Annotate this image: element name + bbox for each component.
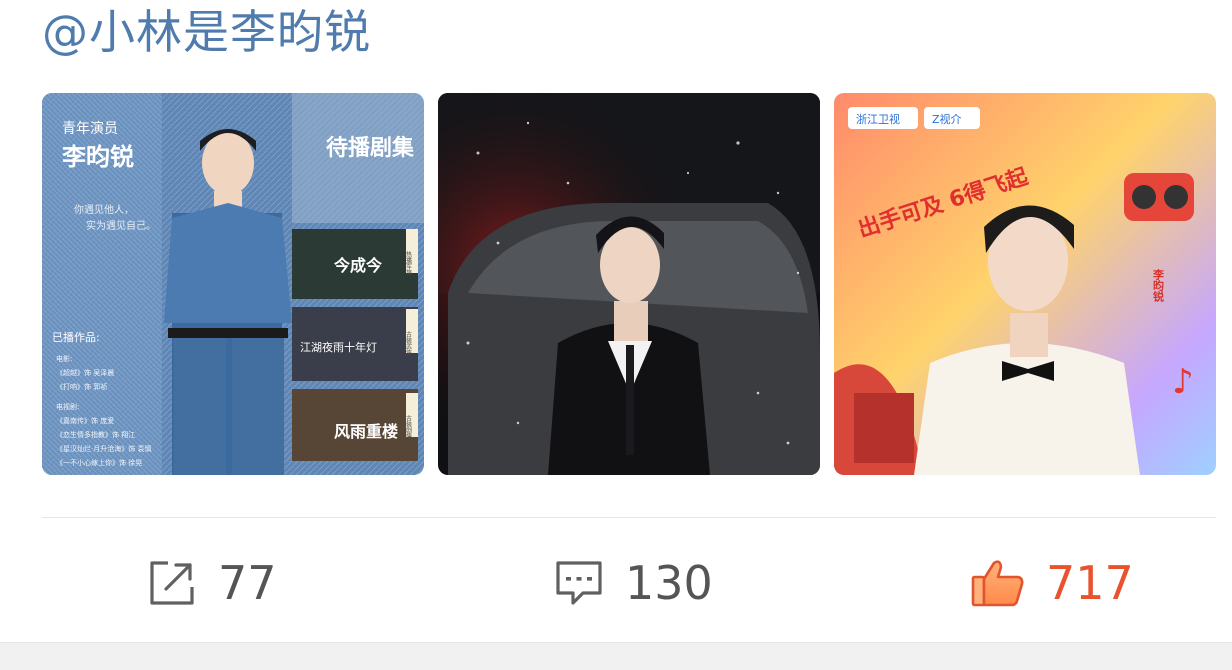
image-gallery: 青年演员 李昀锐 待播剧集 你遇见他人， 实为遇见自己。 已播作品: 电影: 《… (42, 93, 1216, 475)
channel-badge-1: 浙江卫视 (856, 112, 900, 126)
poster-works-line-1: 电影: (56, 354, 72, 363)
svg-text:♪: ♪ (1172, 362, 1194, 402)
panel-3-title: 风雨重楼 (334, 422, 398, 441)
share-arrow-icon (146, 557, 198, 609)
like-button[interactable]: 717 (970, 540, 1134, 626)
divider (42, 517, 1216, 518)
poster-works-line-5: 《嘉南传》饰 庞爱 (56, 416, 114, 425)
comment-bubble-icon (553, 557, 605, 609)
panel-2-title: 江湖夜雨十年灯 (300, 340, 377, 354)
panel-3-tag: 古装剧情 (405, 414, 412, 440)
gallery-image-3[interactable]: 浙江卫视 Z视介 出手可及 6得飞起 李昀锐 ♪ (834, 93, 1216, 475)
user-mention-link[interactable]: @小林是李昀锐 (42, 2, 371, 62)
comment-count: 130 (625, 556, 713, 610)
gallery-image-2[interactable] (438, 93, 820, 475)
panel-2-tag: 古装武侠 (405, 330, 412, 356)
repost-button[interactable]: 77 (146, 540, 277, 626)
poster-role-text: 青年演员 (62, 121, 118, 137)
footer-separator-band (0, 642, 1232, 670)
poster-works-line-8: 《一不小心嫁上你》饰 徐晃 (56, 458, 142, 467)
poster-title-text: 待播剧集 (326, 135, 415, 161)
panel-1-title: 今成今 (333, 256, 382, 275)
poster-quote-line-1: 你遇见他人， (74, 203, 134, 216)
poster-works-line-2: 《超越》饰 吴泽晨 (56, 368, 114, 377)
gallery-image-1[interactable]: 青年演员 李昀锐 待播剧集 你遇见他人， 实为遇见自己。 已播作品: 电影: 《… (42, 93, 424, 475)
panel-1-tag: 热播军旅 (405, 250, 412, 276)
like-count: 717 (1046, 556, 1134, 610)
poster-works-line-6: 《恋生情多指教》饰 翔江 (56, 430, 135, 439)
poster-name-text: 李昀锐 (62, 143, 134, 171)
post-action-bar: 77 130 717 (0, 540, 1232, 626)
poster-works-line-3: 《打响》饰 郭祯 (56, 382, 107, 391)
comment-button[interactable]: 130 (553, 540, 713, 626)
poster-works-heading: 已播作品: (52, 330, 100, 344)
repost-count: 77 (218, 556, 277, 610)
poster-quote-line-2: 实为遇见自己。 (86, 219, 156, 232)
poster-works-line-7: 《星汉灿烂·月升沧海》饰 袁慎 (56, 444, 151, 453)
weibo-post-card: @小林是李昀锐 青年演员 李昀锐 待播剧集 你遇见他人， 实为遇见自己。 已播作… (0, 0, 1232, 670)
thumbs-up-icon (970, 557, 1026, 609)
channel-badge-2: Z视介 (932, 112, 962, 126)
poster-works-line-4: 电视剧: (56, 402, 79, 411)
poster-name-tag: 李昀锐 (1152, 268, 1166, 303)
